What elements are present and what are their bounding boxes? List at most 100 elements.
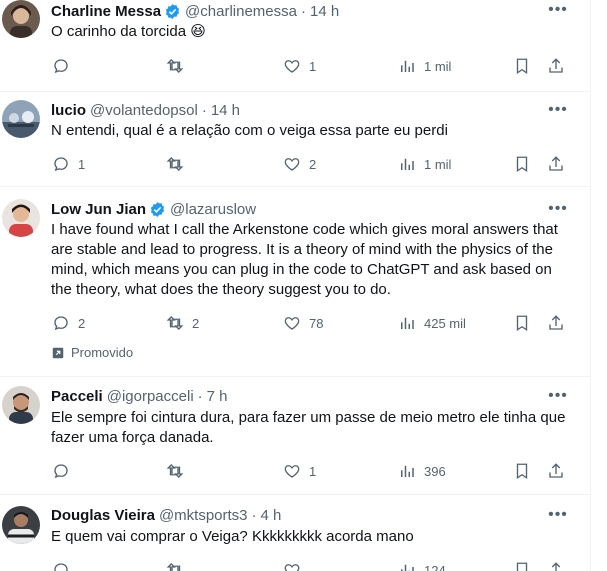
timestamp[interactable]: 7 h (207, 388, 228, 405)
retweet-button[interactable] (166, 461, 192, 481)
views-button[interactable]: 124 (398, 560, 446, 571)
action-bar: 1 2 1 mil (52, 154, 572, 174)
like-button[interactable]: 1 (283, 56, 316, 76)
verified-icon (164, 3, 181, 20)
bookmark-button[interactable] (513, 56, 531, 76)
user-handle[interactable]: @lazaruslow (170, 201, 256, 218)
bookmark-icon (516, 58, 528, 75)
display-name[interactable]: Charline Messa (51, 3, 161, 20)
reply-button[interactable] (52, 56, 78, 76)
like-count: 78 (309, 315, 324, 331)
timestamp[interactable]: 4 h (261, 507, 282, 524)
views-button[interactable]: 425 mil (398, 313, 466, 333)
avatar[interactable] (2, 386, 40, 424)
like-icon (284, 317, 300, 330)
share-icon (549, 58, 563, 73)
avatar[interactable] (2, 199, 40, 237)
share-button[interactable] (547, 313, 565, 333)
timestamp[interactable]: 14 h (310, 3, 339, 20)
avatar[interactable] (2, 506, 40, 544)
display-name[interactable]: Low Jun Jian (51, 201, 146, 218)
tweet-header: Pacceli @igorpacceli · 7 h (51, 386, 228, 406)
share-icon (551, 562, 561, 571)
views-icon (401, 317, 414, 329)
like-button[interactable] (283, 560, 309, 571)
share-button[interactable] (547, 461, 565, 481)
more-icon[interactable]: ••• (548, 199, 568, 219)
like-button[interactable]: 78 (283, 313, 323, 333)
tweet-header: lucio @volantedopsol · 14 h (51, 100, 240, 120)
reply-count: 1 (78, 156, 86, 172)
reply-button[interactable] (52, 461, 78, 481)
timestamp[interactable]: 14 h (211, 102, 240, 119)
tweet[interactable]: Pacceli @igorpacceli · 7 h ••• Ele sempr… (0, 376, 590, 495)
tweet[interactable]: Charline Messa @charlinemessa · 14 h •••… (0, 0, 590, 92)
tweet-text: E quem vai comprar o Veiga? Kkkkkkkkk ac… (51, 528, 414, 545)
reply-icon (54, 316, 68, 331)
reply-icon (54, 157, 68, 172)
like-icon (284, 158, 300, 171)
user-handle[interactable]: @mktsports3 (159, 507, 248, 524)
user-handle[interactable]: @volantedopsol (90, 102, 198, 119)
share-button[interactable] (547, 560, 565, 571)
display-name[interactable]: Douglas Vieira (51, 507, 155, 524)
separator-dot: · (201, 101, 207, 119)
like-icon (284, 564, 300, 571)
like-button[interactable]: 1 (283, 461, 316, 481)
reply-icon (54, 464, 68, 479)
like-count: 1 (309, 463, 317, 479)
tweet-text: N entendi, qual é a relação com o veiga … (51, 122, 448, 139)
timeline: Charline Messa @charlinemessa · 14 h •••… (0, 0, 591, 571)
retweet-button[interactable] (166, 560, 192, 571)
more-icon[interactable]: ••• (548, 386, 568, 406)
user-handle[interactable]: @charlinemessa (185, 3, 297, 20)
more-icon[interactable]: ••• (548, 505, 568, 525)
action-bar: 2 2 78 425 mil (52, 313, 572, 333)
promoted-icon (52, 347, 64, 358)
views-icon (401, 158, 414, 170)
more-icon[interactable]: ••• (548, 0, 568, 20)
retweet-button[interactable] (166, 154, 192, 174)
like-icon (284, 60, 300, 73)
views-button[interactable]: 1 mil (398, 154, 451, 174)
display-name[interactable]: Pacceli (51, 388, 103, 405)
tweet-header: Low Jun Jian @lazaruslow (51, 199, 256, 219)
view-count: 1 mil (424, 58, 452, 74)
avatar[interactable] (2, 0, 40, 38)
promoted-label: Promovido (51, 345, 133, 360)
bookmark-button[interactable] (513, 560, 531, 571)
action-bar: 1 1 mil (52, 56, 572, 76)
tweet-header: Douglas Vieira @mktsports3 · 4 h (51, 505, 281, 525)
bookmark-button[interactable] (513, 313, 531, 333)
bookmark-button[interactable] (513, 154, 531, 174)
view-count: 124 (424, 562, 446, 571)
tweet[interactable]: lucio @volantedopsol · 14 h ••• N entend… (0, 91, 590, 187)
tweet-header: Charline Messa @charlinemessa · 14 h (51, 1, 339, 21)
reply-button[interactable] (52, 560, 78, 571)
retweet-icon (166, 464, 184, 478)
views-button[interactable]: 1 mil (398, 56, 451, 76)
promoted-tweet[interactable]: Low Jun Jian @lazaruslow ••• I have foun… (0, 186, 590, 377)
views-icon (401, 564, 414, 571)
action-bar: 1 396 (52, 461, 572, 481)
retweet-button[interactable] (166, 56, 192, 76)
retweet-icon (166, 563, 181, 571)
more-icon[interactable]: ••• (548, 100, 568, 120)
views-icon (401, 465, 414, 477)
bookmark-button[interactable] (513, 461, 531, 481)
share-button[interactable] (547, 154, 565, 174)
view-count: 1 mil (424, 156, 452, 172)
display-name[interactable]: lucio (51, 102, 86, 119)
bookmark-icon (516, 562, 528, 571)
retweet-icon (166, 316, 184, 330)
reply-button[interactable]: 2 (52, 313, 85, 333)
retweet-button[interactable]: 2 (166, 313, 199, 333)
user-handle[interactable]: @igorpacceli (107, 388, 194, 405)
tweet[interactable]: Douglas Vieira @mktsports3 · 4 h ••• E q… (0, 494, 590, 571)
views-button[interactable]: 396 (398, 461, 446, 481)
reply-button[interactable]: 1 (52, 154, 85, 174)
share-button[interactable] (547, 56, 565, 76)
like-button[interactable]: 2 (283, 154, 316, 174)
retweet-icon (166, 157, 184, 171)
avatar[interactable] (2, 100, 40, 138)
